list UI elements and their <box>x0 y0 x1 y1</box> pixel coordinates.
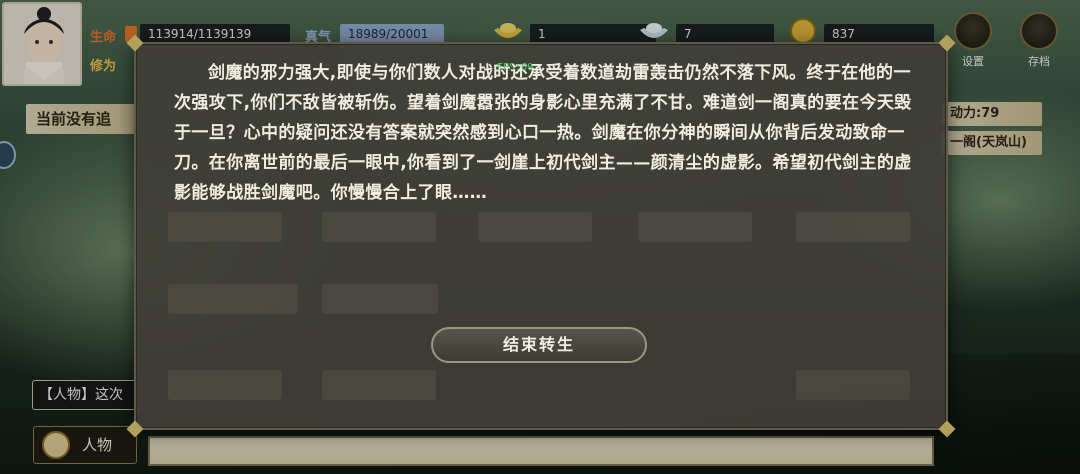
story-text: 剑魔的邪力强大,即使与你们数人对战时还承受着数道劫雷轰击仍然不落下风。终于在他的… <box>174 63 912 203</box>
ghost-button <box>168 370 282 400</box>
ghost-button <box>796 212 910 242</box>
fps-counter: FPS:60 <box>497 62 534 73</box>
ghost-button <box>796 370 910 400</box>
ghost-button <box>638 212 752 242</box>
story-dialog: 剑魔的邪力强大,即使与你们数人对战时还承受着数道劫雷轰击仍然不落下风。终于在他的… <box>126 34 956 438</box>
ghost-button <box>168 284 298 314</box>
ghost-button <box>168 212 282 242</box>
ghost-button <box>322 284 438 314</box>
ghost-button <box>322 212 436 242</box>
ghost-button <box>478 212 592 242</box>
end-rebirth-button[interactable]: 结束转生 <box>431 327 647 363</box>
ghost-button <box>322 370 436 400</box>
